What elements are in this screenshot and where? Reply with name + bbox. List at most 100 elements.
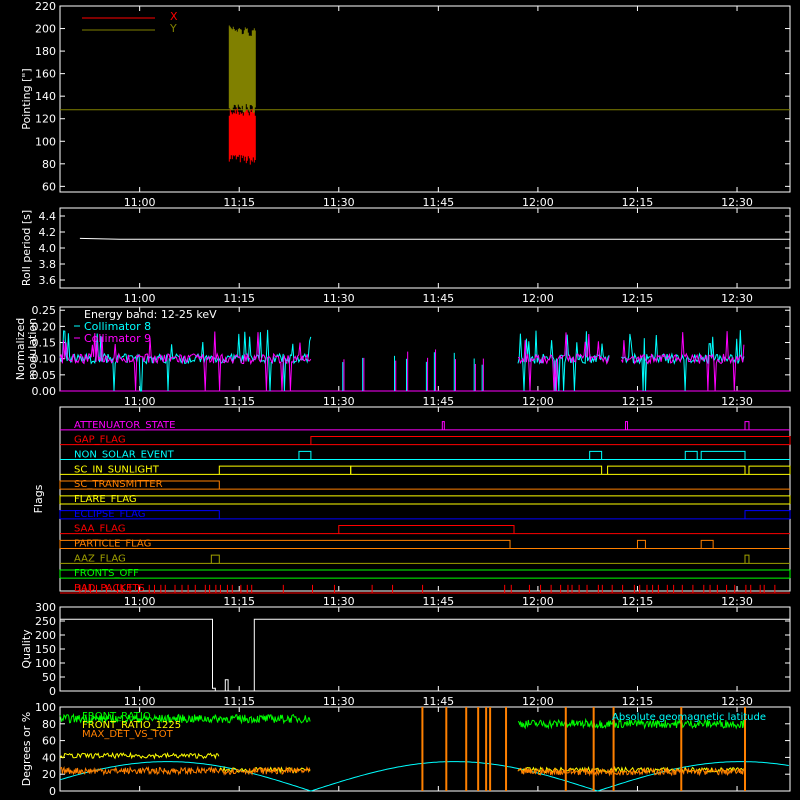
x-tick-label: 12:30: [721, 196, 753, 209]
flag-step: [350, 465, 603, 475]
x-tick-label: 12:00: [522, 196, 554, 209]
pointing-ytick-label: 200: [35, 23, 56, 36]
flag-row-gap-flag: [60, 436, 791, 446]
flag-step: [700, 539, 714, 549]
flag-step: [744, 554, 750, 564]
flag-step: [636, 539, 646, 549]
x-tick-label: 11:45: [422, 292, 454, 305]
orbit-ytick-label: 0: [49, 785, 56, 798]
x-tick-label: 12:30: [721, 695, 753, 708]
flag-label: ATTENUATOR_STATE: [74, 420, 175, 431]
orbit-legend-label: MAX_DET_VS_TOT: [82, 729, 174, 740]
flag-label: SC_IN_SUNLIGHT: [74, 464, 160, 475]
x-tick-label: 11:00: [124, 292, 156, 305]
x-tick-label: 11:30: [323, 395, 355, 408]
flag-step: [744, 421, 750, 430]
flag-label: PARTICLE_FLAG: [74, 539, 151, 550]
modulation-trace: [621, 331, 745, 392]
x-tick-label: 11:00: [124, 196, 156, 209]
flag-label: FRONTS_OFF: [74, 568, 139, 579]
x-tick-label: 11:00: [124, 695, 156, 708]
flag-label: AAZ_FLAG: [74, 553, 126, 564]
flag-row-flare-flag: [59, 495, 791, 505]
flag-row-eclipse-flag: [59, 510, 791, 520]
roll-period-ylabel: Roll period [s]: [20, 210, 33, 286]
flag-label: NON_SOLAR_EVENT: [74, 450, 175, 461]
x-tick-label: 12:15: [622, 395, 654, 408]
flag-label: BAD_PACKETS: [74, 583, 145, 594]
quality-ytick-label: 150: [35, 643, 56, 656]
flag-row-sc-in-sunlight: [60, 465, 791, 475]
flag-label: FLARE_FLAG: [74, 494, 137, 505]
pointing-ytick-label: 180: [35, 45, 56, 58]
modulation-legend-label: Collimator 9: [84, 332, 151, 345]
x-tick-label: 11:15: [223, 395, 255, 408]
roll-period-ytick-label: 4.2: [39, 226, 57, 239]
flag-step: [338, 525, 515, 534]
quality-line: [60, 618, 790, 692]
quality-ytick-label: 0: [49, 685, 56, 698]
flag-step: [589, 450, 603, 460]
x-tick-label: 11:45: [422, 595, 454, 608]
flag-step: [684, 450, 698, 460]
x-tick-label: 12:00: [522, 395, 554, 408]
flag-step: [744, 510, 791, 519]
roll-period-ytick-label: 3.8: [39, 258, 57, 271]
quality-ytick-label: 250: [35, 615, 56, 628]
flag-step: [298, 450, 312, 460]
x-tick-label: 11:00: [124, 395, 156, 408]
flag-step: [441, 421, 445, 430]
flag-step: [59, 495, 791, 504]
x-tick-label: 11:15: [223, 595, 255, 608]
x-tick-label: 11:15: [223, 196, 255, 209]
quality-ytick-label: 50: [42, 671, 56, 684]
x-tick-label: 12:00: [522, 292, 554, 305]
quality-ytick-label: 100: [35, 657, 56, 670]
x-tick-label: 12:15: [622, 695, 654, 708]
flag-row-fronts-off: [59, 569, 791, 579]
flag-row-particle-flag: [59, 539, 790, 549]
flag-label: GAP_FLAG: [74, 435, 126, 446]
flag-step: [310, 436, 791, 445]
roll-period-line: [79, 237, 790, 240]
pointing-ytick-label: 80: [42, 158, 56, 171]
pointing-ylabel: Pointing ["]: [20, 68, 33, 129]
x-tick-label: 12:15: [622, 595, 654, 608]
roll-period-frame: [59, 207, 791, 289]
pointing-ytick-label: 100: [35, 135, 56, 148]
x-tick-label: 11:45: [422, 695, 454, 708]
orbit-ytick-label: 100: [35, 701, 56, 714]
flag-row-sc-transmitter: [59, 480, 790, 490]
quality-ytick-label: 200: [35, 629, 56, 642]
x-tick-label: 11:30: [323, 695, 355, 708]
flag-step: [700, 450, 746, 460]
pointing-ytick-label: 160: [35, 68, 56, 81]
modulation-ylabel: modulation: [26, 318, 39, 380]
flag-row-bad-packets: [60, 584, 790, 594]
x-tick-label: 11:30: [323, 595, 355, 608]
pointing-series-x: [228, 107, 256, 165]
modulation-ytick-label: 0.00: [32, 385, 57, 398]
x-tick-label: 11:30: [323, 196, 355, 209]
x-tick-label: 12:00: [522, 595, 554, 608]
modulation-trace: [517, 330, 610, 392]
x-tick-label: 12:15: [622, 292, 654, 305]
flag-step: [748, 465, 791, 475]
flag-label: ECLIPSE_FLAG: [74, 509, 145, 520]
flag-step: [218, 465, 352, 475]
orbit-right-label: Absolute geomagnetic latitude: [612, 712, 766, 723]
orbit-max-det: [59, 765, 311, 776]
flag-step: [625, 421, 629, 430]
roll-period-ytick-label: 4.4: [39, 210, 57, 223]
x-tick-label: 11:30: [323, 292, 355, 305]
orbit-ytick-label: 80: [42, 718, 56, 731]
roll-period-ytick-label: 4.0: [39, 242, 57, 255]
orbit-ytick-label: 60: [42, 735, 56, 748]
flag-step: [607, 465, 746, 475]
pointing-ytick-label: 120: [35, 113, 56, 126]
quality-ylabel: Quality: [20, 629, 33, 669]
modulation-ytick-label: 0.25: [32, 304, 57, 317]
x-tick-label: 11:15: [223, 695, 255, 708]
pointing-series-y: [228, 25, 256, 113]
orbit-front-ratio-1225: [59, 751, 220, 760]
